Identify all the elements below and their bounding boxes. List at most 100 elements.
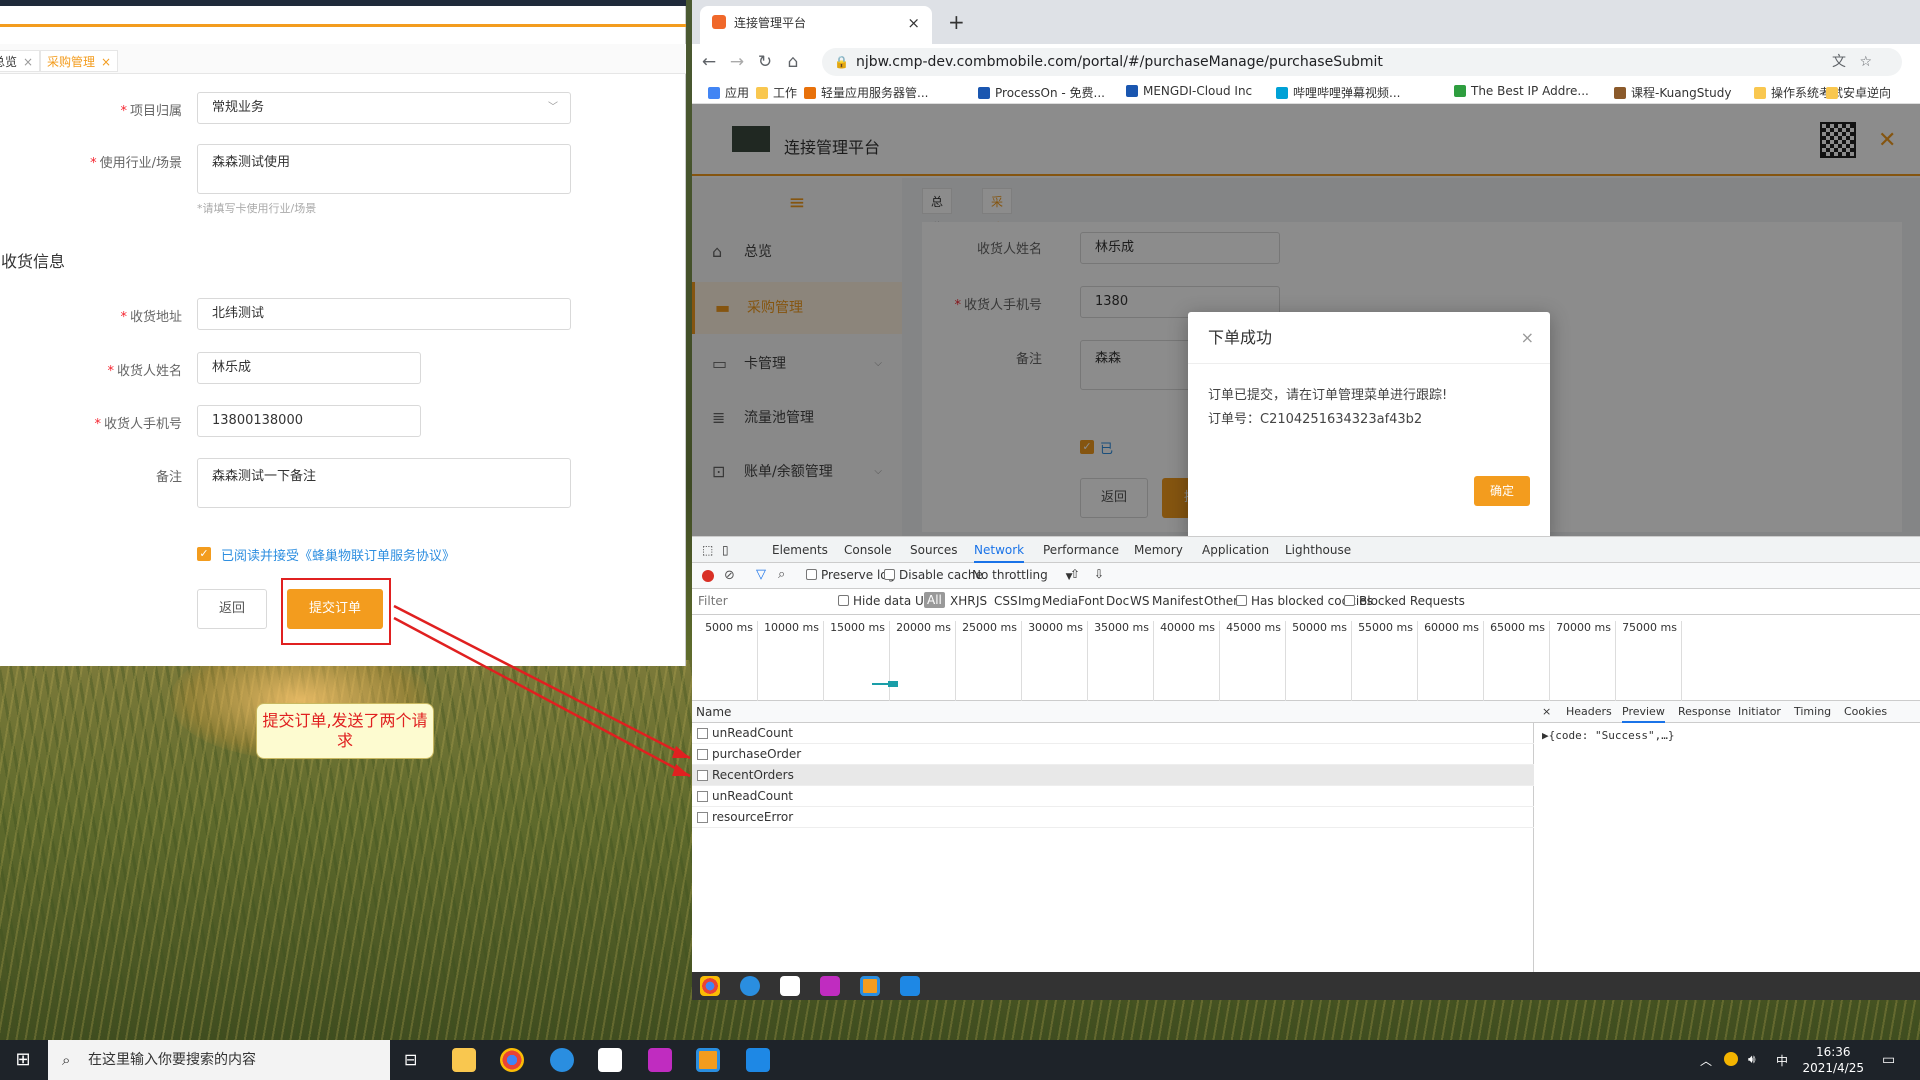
bookmark-item[interactable]: ProcessOn - 免费... — [978, 84, 1105, 101]
request-row[interactable]: unReadCount — [692, 786, 1534, 807]
blocked-requests-toggle[interactable]: Blocked Requests — [1344, 594, 1465, 608]
bookmark-item[interactable]: 安卓逆向 — [1826, 84, 1891, 101]
app-icon[interactable] — [860, 976, 880, 996]
bookmark-item[interactable]: 课程-KuangStudy — [1614, 84, 1731, 101]
type-font[interactable]: Font — [1078, 594, 1104, 608]
tab-headers[interactable]: Headers — [1566, 701, 1612, 723]
idea-icon[interactable] — [820, 976, 840, 996]
bookmark-item[interactable]: 轻量应用服务器管... — [804, 84, 928, 101]
throttling-select[interactable]: No throttling ▼ — [972, 568, 1073, 582]
translate-icon[interactable]: 文 — [1832, 48, 1846, 76]
app-icon[interactable] — [696, 1048, 720, 1072]
cloud-icon — [1126, 85, 1138, 97]
bookmark-item[interactable]: 工作 — [756, 84, 797, 101]
tab-cookies[interactable]: Cookies — [1844, 701, 1887, 723]
typora-icon[interactable] — [780, 976, 800, 996]
type-xhr[interactable]: XHR — [950, 594, 976, 608]
export-icon[interactable]: ⇩ — [1094, 567, 1104, 581]
type-ws[interactable]: WS — [1130, 594, 1149, 608]
reload-icon[interactable]: ↻ — [754, 52, 776, 72]
file-explorer-icon[interactable] — [452, 1048, 476, 1072]
tab-preview[interactable]: Preview — [1622, 701, 1665, 723]
bookmark-item[interactable]: MENGDI-Cloud Inc — [1126, 84, 1252, 98]
bookmark-item[interactable]: 应用 — [708, 84, 749, 101]
taskbar-search[interactable]: ⌕ 在这里输入你要搜索的内容 — [48, 1040, 390, 1080]
url-text: njbw.cmp-dev.combmobile.com/portal/#/pur… — [856, 54, 1383, 70]
chrome-icon[interactable] — [500, 1048, 524, 1072]
preserve-log-toggle[interactable]: Preserve log — [806, 568, 895, 582]
forward-arrow-icon[interactable]: → — [726, 52, 748, 72]
tray-chevron-icon[interactable]: ︿ — [1700, 1052, 1712, 1069]
site-favicon — [712, 15, 726, 29]
type-doc[interactable]: Doc — [1106, 594, 1129, 608]
task-view-icon[interactable]: ⊟ — [404, 1050, 417, 1069]
type-js[interactable]: JS — [976, 594, 987, 608]
typora-icon[interactable] — [598, 1048, 622, 1072]
device-toolbar-icon[interactable]: ▯ — [722, 537, 729, 563]
bookmark-item[interactable]: 哔哩哔哩弹幕视频... — [1276, 84, 1400, 101]
request-row[interactable]: resourceError — [692, 807, 1534, 828]
timeline-tick: 35000 ms — [1088, 621, 1154, 701]
close-detail-icon[interactable]: × — [1542, 701, 1551, 723]
type-img[interactable]: Img — [1018, 594, 1041, 608]
volume-icon[interactable]: 🔊︎ — [1748, 1052, 1756, 1067]
feishu-icon[interactable] — [740, 976, 760, 996]
browser-tab[interactable]: 连接管理平台 × — [700, 6, 932, 44]
preview-json[interactable]: ▶{code: "Success",…} — [1542, 729, 1674, 742]
tab-performance[interactable]: Performance — [1043, 537, 1119, 563]
kuangstudy-icon — [1614, 87, 1626, 99]
timeline-tick: 60000 ms — [1418, 621, 1484, 701]
type-media[interactable]: Media — [1042, 594, 1078, 608]
type-all[interactable]: All — [924, 592, 945, 608]
url-field[interactable]: 🔒 njbw.cmp-dev.combmobile.com/portal/#/pu… — [822, 48, 1902, 76]
filter-input[interactable]: Filter — [698, 594, 728, 608]
back-arrow-icon[interactable]: ← — [698, 52, 720, 72]
star-icon[interactable]: ☆ — [1859, 48, 1872, 76]
type-other[interactable]: Other — [1204, 594, 1238, 608]
tab-timing[interactable]: Timing — [1794, 701, 1831, 723]
request-row[interactable]: RecentOrders — [692, 765, 1534, 786]
chrome-icon[interactable] — [700, 976, 720, 996]
idea-icon[interactable] — [648, 1048, 672, 1072]
tab-response[interactable]: Response — [1678, 701, 1731, 723]
tab-sources[interactable]: Sources — [910, 537, 957, 563]
ime-indicator[interactable]: 中 — [1776, 1052, 1788, 1069]
devtools-tabs: ⬚ ▯ Elements Console Sources Network Per… — [692, 537, 1920, 563]
import-icon[interactable]: ⇧ — [1070, 567, 1080, 581]
feishu-icon[interactable] — [550, 1048, 574, 1072]
type-css[interactable]: CSS — [994, 594, 1018, 608]
record-icon[interactable] — [702, 570, 714, 582]
tab-application[interactable]: Application — [1202, 537, 1269, 563]
filter-icon[interactable]: ▽ — [756, 567, 766, 582]
name-column-header[interactable]: Name — [692, 701, 1534, 723]
windows-start-icon[interactable]: ⊞ — [0, 1040, 46, 1080]
new-tab-button[interactable]: + — [948, 10, 965, 34]
close-tab-icon[interactable]: × — [907, 6, 920, 40]
tray-app-icon[interactable] — [1724, 1052, 1738, 1066]
type-manifest[interactable]: Manifest — [1152, 594, 1203, 608]
tab-memory[interactable]: Memory — [1134, 537, 1183, 563]
tab-elements[interactable]: Elements — [772, 537, 828, 563]
close-icon[interactable]: × — [1521, 328, 1534, 347]
disable-cache-toggle[interactable]: Disable cache — [884, 568, 983, 582]
search-placeholder: 在这里输入你要搜索的内容 — [88, 1052, 256, 1068]
search-icon[interactable]: ⌕ — [778, 567, 785, 582]
confirm-button[interactable]: 确定 — [1474, 476, 1530, 506]
timeline-tick: 30000 ms — [1022, 621, 1088, 701]
request-row[interactable]: purchaseOrder — [692, 744, 1534, 765]
taskbar-clock[interactable]: 16:36 2021/4/25 — [1802, 1044, 1864, 1076]
inspect-icon[interactable]: ⬚ — [702, 537, 713, 563]
request-row[interactable]: unReadCount — [692, 723, 1534, 744]
tab-console[interactable]: Console — [844, 537, 892, 563]
thunder-icon[interactable] — [746, 1048, 770, 1072]
clear-icon[interactable]: ⊘ — [724, 568, 735, 583]
timeline-request-bar — [872, 683, 888, 685]
bookmark-item[interactable]: The Best IP Addre... — [1454, 84, 1589, 98]
home-icon[interactable]: ⌂ — [782, 52, 804, 72]
timeline-tick: 45000 ms — [1220, 621, 1286, 701]
tab-lighthouse[interactable]: Lighthouse — [1285, 537, 1351, 563]
thunder-icon[interactable] — [900, 976, 920, 996]
tab-network[interactable]: Network — [974, 537, 1025, 563]
tab-initiator[interactable]: Initiator — [1738, 701, 1781, 723]
notification-icon[interactable]: ▭ — [1882, 1052, 1895, 1068]
